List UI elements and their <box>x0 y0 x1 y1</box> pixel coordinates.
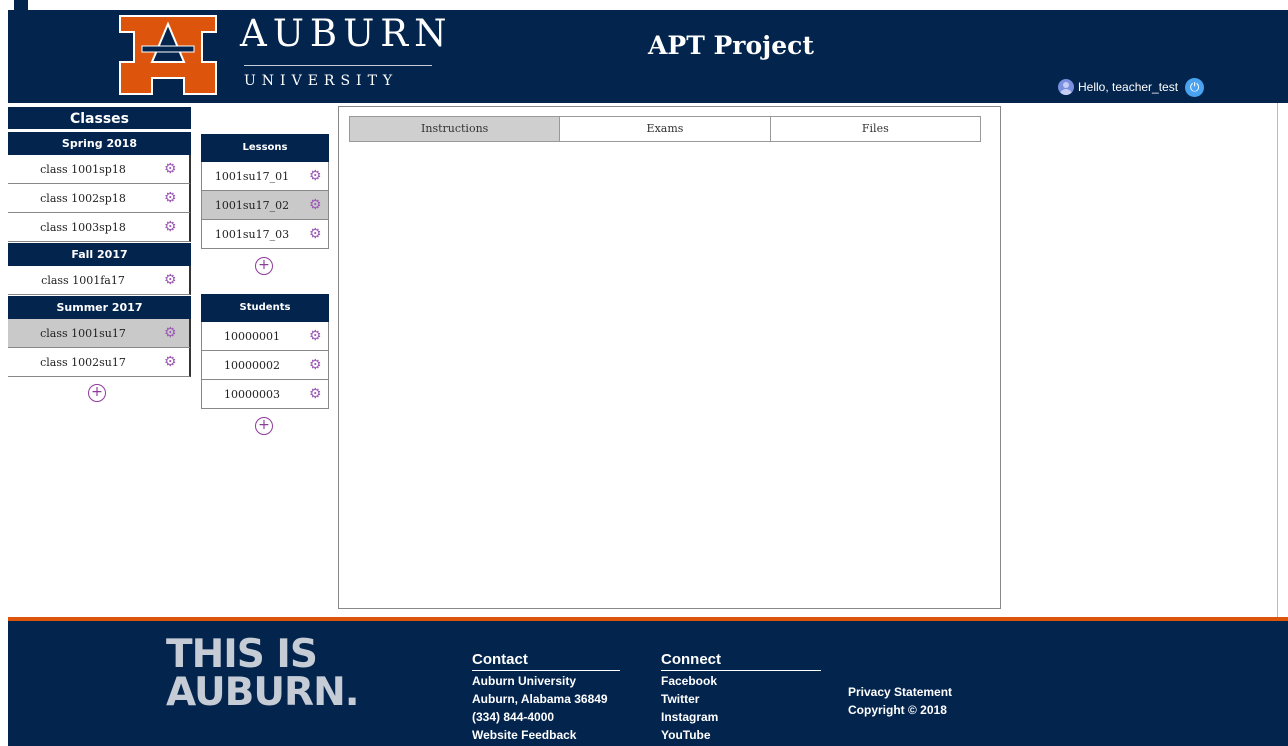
youtube-link[interactable]: YouTube <box>661 726 821 744</box>
footer: THIS IS AUBURN. Contact Auburn Universit… <box>8 621 1288 746</box>
header-bar: AUBURN UNIVERSITY APT Project Hello, tea… <box>8 10 1288 103</box>
class-item-label: class 1002su17 <box>40 355 126 369</box>
lesson-item[interactable]: 1001su17_03 ⚙ <box>201 220 329 249</box>
footer-contact: Contact Auburn University Auburn, Alabam… <box>472 651 620 744</box>
lesson-item-label: 1001su17_01 <box>214 169 290 183</box>
student-item[interactable]: 10000003 ⚙ <box>201 380 329 409</box>
gear-icon[interactable]: ⚙ <box>309 169 322 183</box>
footer-connect: Connect Facebook Twitter Instagram YouTu… <box>661 651 821 744</box>
facebook-link[interactable]: Facebook <box>661 672 821 690</box>
class-item[interactable]: class 1002su17 ⚙ <box>8 348 191 377</box>
students-panel: Students 10000001 ⚙ 10000002 ⚙ 10000003 ⚙ + <box>201 294 329 435</box>
add-lesson-button[interactable]: + <box>255 257 273 275</box>
add-student-button[interactable]: + <box>255 417 273 435</box>
right-divider <box>1277 103 1278 617</box>
classes-panel: Classes Spring 2018 class 1001sp18 ⚙ class … <box>8 107 191 402</box>
top-strip <box>0 0 1288 10</box>
student-item[interactable]: 10000002 ⚙ <box>201 351 329 380</box>
lesson-item-label: 1001su17_03 <box>214 227 290 241</box>
gear-icon[interactable]: ⚙ <box>164 326 177 340</box>
university-subtitle: UNIVERSITY <box>244 73 399 89</box>
students-title: Students <box>201 294 329 322</box>
class-item-label: class 1003sp18 <box>40 220 126 234</box>
footer-tagline: THIS IS AUBURN. <box>166 632 360 715</box>
lesson-item[interactable]: 1001su17_02 ⚙ <box>201 191 329 220</box>
students-list: 10000001 ⚙ 10000002 ⚙ 10000003 ⚙ <box>201 322 329 409</box>
student-item-label: 10000001 <box>224 329 280 343</box>
gear-icon[interactable]: ⚙ <box>164 191 177 205</box>
page: AUBURN UNIVERSITY APT Project Hello, tea… <box>0 0 1288 746</box>
copyright: Copyright © 2018 <box>848 703 947 717</box>
class-item-label: class 1001su17 <box>40 326 126 340</box>
add-class-button[interactable]: + <box>88 384 106 402</box>
connect-heading: Connect <box>661 651 821 671</box>
gear-icon[interactable]: ⚙ <box>309 198 322 212</box>
gear-icon[interactable]: ⚙ <box>164 273 177 287</box>
footer-legal: Privacy Statement Copyright © 2018 <box>848 683 1008 719</box>
term-header: Fall 2017 <box>8 242 191 266</box>
lesson-item-label: 1001su17_02 <box>214 198 290 212</box>
lessons-title: Lessons <box>201 134 329 162</box>
lessons-panel: Lessons 1001su17_01 ⚙ 1001su17_02 ⚙ 1001su17… <box>201 134 329 275</box>
class-item[interactable]: class 1001su17 ⚙ <box>8 319 191 348</box>
class-item-label: class 1001fa17 <box>41 273 125 287</box>
gear-icon[interactable]: ⚙ <box>309 329 322 343</box>
class-item[interactable]: class 1003sp18 ⚙ <box>8 213 191 242</box>
user-greeting: Hello, teacher_test <box>1078 80 1179 94</box>
class-item-label: class 1001sp18 <box>40 162 126 176</box>
gear-icon[interactable]: ⚙ <box>309 387 322 401</box>
logo-divider <box>244 65 432 66</box>
content-panel: Instructions Exams Files <box>338 106 1001 609</box>
tab-instructions[interactable]: Instructions <box>350 117 561 141</box>
university-name: AUBURN <box>240 12 453 55</box>
privacy-statement-link[interactable]: Privacy Statement <box>848 683 1008 701</box>
contact-line: Auburn, Alabama 36849 <box>472 692 608 706</box>
gear-icon[interactable]: ⚙ <box>309 227 322 241</box>
class-item[interactable]: class 1001sp18 ⚙ <box>8 155 191 184</box>
student-item[interactable]: 10000001 ⚙ <box>201 322 329 351</box>
contact-line: Auburn University <box>472 674 577 688</box>
power-icon[interactable]: ⏻ <box>1185 77 1205 97</box>
gear-icon[interactable]: ⚙ <box>164 162 177 176</box>
tab-files[interactable]: Files <box>770 117 980 141</box>
user-menu[interactable]: Hello, teacher_test ⏻ <box>1058 77 1205 97</box>
term-header: Summer 2017 <box>8 295 191 319</box>
classes-title: Classes <box>8 107 191 131</box>
class-item-label: class 1002sp18 <box>40 191 126 205</box>
auburn-logo-icon[interactable] <box>116 12 220 100</box>
class-item[interactable]: class 1002sp18 ⚙ <box>8 184 191 213</box>
term-header: Spring 2018 <box>8 131 191 155</box>
lessons-list: 1001su17_01 ⚙ 1001su17_02 ⚙ 1001su17_03 ⚙ <box>201 162 329 249</box>
tab-bar: Instructions Exams Files <box>349 116 981 142</box>
lesson-item[interactable]: 1001su17_01 ⚙ <box>201 162 329 191</box>
student-item-label: 10000002 <box>224 358 280 372</box>
website-feedback-link[interactable]: Website Feedback <box>472 726 620 744</box>
gear-icon[interactable]: ⚙ <box>309 358 322 372</box>
contact-heading: Contact <box>472 651 620 671</box>
tagline-line-2: AUBURN. <box>166 670 360 715</box>
classes-list: Spring 2018 class 1001sp18 ⚙ class 1002sp18… <box>8 131 191 377</box>
twitter-link[interactable]: Twitter <box>661 690 821 708</box>
user-icon <box>1058 79 1074 95</box>
class-item[interactable]: class 1001fa17 ⚙ <box>8 266 191 295</box>
contact-phone[interactable]: (334) 844-4000 <box>472 708 620 726</box>
gear-icon[interactable]: ⚙ <box>164 355 177 369</box>
student-item-label: 10000003 <box>224 387 280 401</box>
instagram-link[interactable]: Instagram <box>661 708 821 726</box>
tab-exams[interactable]: Exams <box>560 117 771 141</box>
tagline-line-1: THIS IS <box>166 632 318 677</box>
gear-icon[interactable]: ⚙ <box>164 220 177 234</box>
app-title: APT Project <box>648 31 814 60</box>
